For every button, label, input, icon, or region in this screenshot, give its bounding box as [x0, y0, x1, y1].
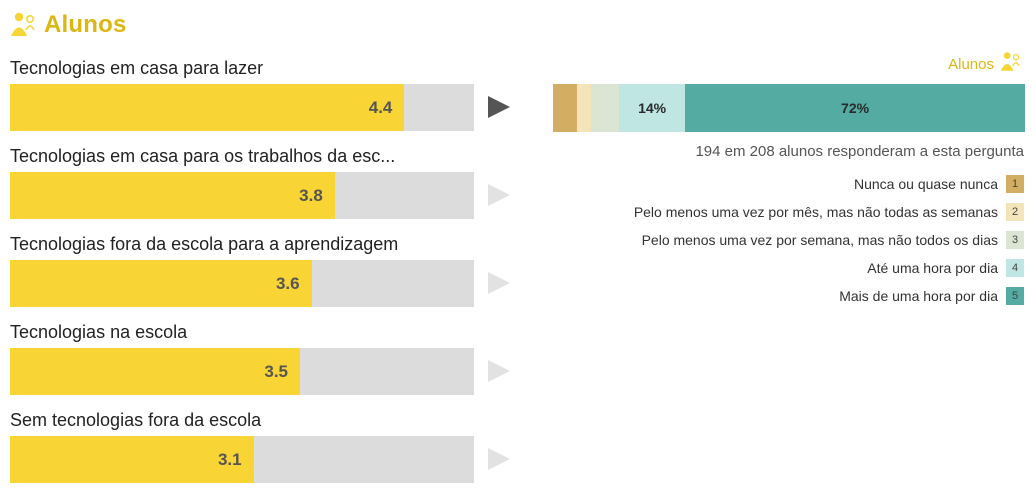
- page-title: Alunos: [44, 11, 127, 38]
- legend-label: Até uma hora por dia: [867, 259, 998, 276]
- legend-item: Até uma hora por dia 4: [634, 258, 1024, 277]
- page-header: Alunos: [10, 8, 127, 42]
- legend-item: Pelo menos uma vez por mês, mas não toda…: [634, 202, 1024, 221]
- expand-arrow-icon[interactable]: [488, 96, 510, 118]
- bar: 3.1: [10, 436, 254, 483]
- expand-arrow-icon[interactable]: [488, 184, 510, 206]
- category-label: Tecnologias fora da escola para a aprend…: [10, 234, 399, 254]
- bar: 4.4: [10, 84, 405, 131]
- legend-label: Pelo menos uma vez por mês, mas não toda…: [633, 203, 998, 220]
- expand-arrow-icon[interactable]: [488, 272, 510, 294]
- category-label: Tecnologias em casa para lazer: [10, 58, 264, 78]
- bar-track[interactable]: 3.5: [10, 348, 474, 395]
- legend-swatch: 2: [1006, 202, 1024, 221]
- distribution-legend: Nunca ou quase nunca 1 Pelo menos uma vez …: [634, 174, 1024, 314]
- distribution-bar: 14% 72%: [553, 84, 1025, 132]
- expand-arrow-icon[interactable]: [488, 448, 510, 470]
- bar: 3.8: [10, 172, 335, 219]
- legend-item: Mais de uma hora por dia 5: [634, 286, 1024, 305]
- distribution-segment: [576, 84, 591, 132]
- bar: 3.5: [10, 348, 300, 395]
- bar-value-label: 4.4: [368, 98, 393, 117]
- category-label: Tecnologias na escola: [10, 322, 188, 342]
- distribution-segment: [553, 84, 577, 132]
- expand-arrow-icon[interactable]: [488, 360, 510, 382]
- series-label: Alunos: [948, 56, 994, 73]
- bar-track[interactable]: 3.1: [10, 436, 474, 483]
- students-icon: [10, 10, 40, 40]
- legend-item: Pelo menos uma vez por semana, mas não t…: [634, 230, 1024, 249]
- legend-item: Nunca ou quase nunca 1: [634, 174, 1024, 193]
- legend-swatch: 1: [1006, 174, 1024, 193]
- category-label: Tecnologias em casa para os trabalhos da…: [10, 146, 396, 166]
- distribution-segment: 14%: [619, 84, 686, 132]
- legend-swatch: 5: [1006, 286, 1024, 305]
- series-legend: Alunos: [948, 50, 1024, 79]
- legend-swatch: 3: [1006, 230, 1024, 249]
- bar-track[interactable]: 4.4: [10, 84, 474, 131]
- bar-value-label: 3.8: [299, 186, 323, 205]
- bar-track[interactable]: 3.8: [10, 172, 474, 219]
- bar-value-label: 3.1: [217, 450, 242, 469]
- legend-label: Nunca ou quase nunca: [854, 175, 998, 192]
- category-label: Sem tecnologias fora da escola: [10, 410, 262, 430]
- distribution-segment: [590, 84, 620, 132]
- distribution-segment: 72%: [685, 84, 1025, 132]
- legend-label: Mais de uma hora por dia: [839, 287, 998, 304]
- students-icon: [1000, 50, 1024, 79]
- responded-text: 194 em 208 alunos responderam a esta per…: [695, 143, 1024, 160]
- legend-swatch: 4: [1006, 258, 1024, 277]
- bar-track[interactable]: 3.6: [10, 260, 474, 307]
- bar-value-label: 3.5: [264, 362, 288, 381]
- bar-value-label: 3.6: [275, 274, 300, 293]
- legend-label: Pelo menos uma vez por semana, mas não t…: [641, 231, 998, 248]
- bar: 3.6: [10, 260, 312, 307]
